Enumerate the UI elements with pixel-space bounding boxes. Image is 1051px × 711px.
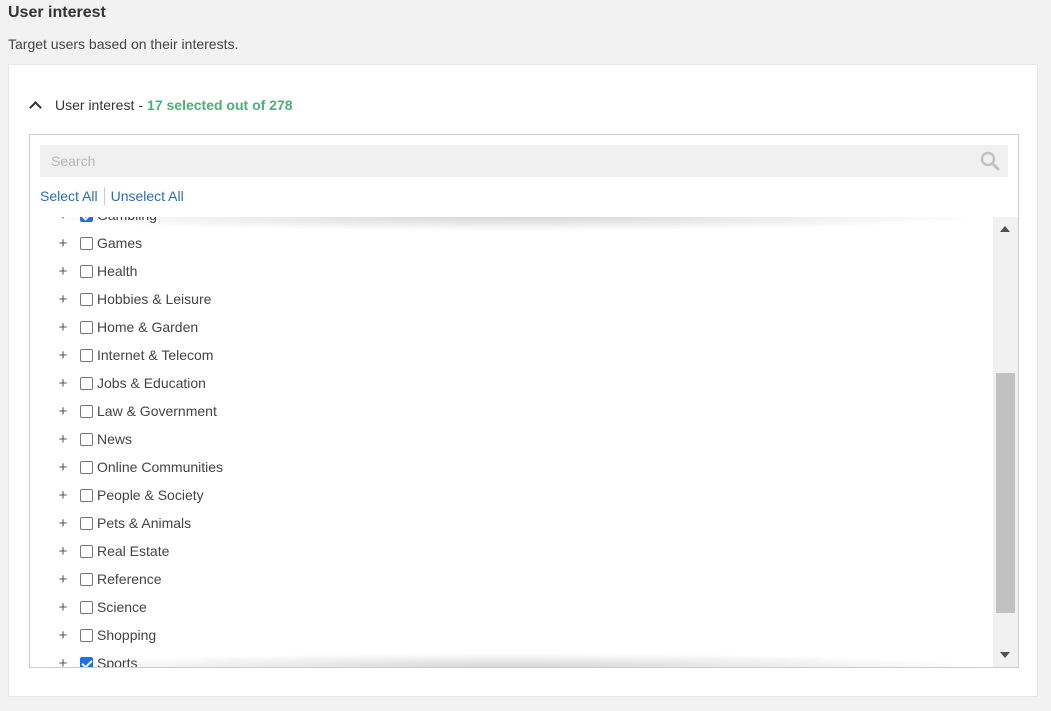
expand-plus-icon[interactable]: + — [56, 459, 70, 476]
link-divider — [103, 187, 105, 205]
interest-checkbox[interactable] — [80, 516, 93, 530]
expand-plus-icon[interactable]: + — [56, 431, 70, 448]
interest-checkbox[interactable] — [80, 628, 93, 642]
interest-label: People & Society — [97, 487, 204, 503]
expand-plus-icon[interactable]: + — [56, 319, 70, 336]
arrow-down-icon[interactable] — [1000, 652, 1010, 658]
interest-checkbox[interactable] — [80, 292, 93, 306]
interest-checkbox[interactable] — [80, 432, 93, 446]
list-item: + Law & Government — [30, 397, 990, 425]
search-box — [40, 145, 1008, 177]
expand-plus-icon[interactable]: + — [56, 217, 70, 224]
interest-label: Jobs & Education — [97, 375, 206, 391]
expand-plus-icon[interactable]: + — [56, 403, 70, 420]
interest-label: Games — [97, 235, 143, 251]
page-subtitle: Target users based on their interests. — [8, 36, 239, 52]
list-item: + Shopping — [30, 621, 990, 649]
expand-plus-icon[interactable]: + — [56, 543, 70, 560]
select-all-link[interactable]: Select All — [40, 188, 98, 204]
expand-plus-icon[interactable]: + — [56, 291, 70, 308]
interest-label: Home & Garden — [97, 319, 199, 335]
interest-label: Gambling — [97, 217, 157, 223]
interest-label: Law & Government — [97, 403, 217, 419]
interest-checkbox[interactable] — [80, 656, 93, 667]
list-item: + Jobs & Education — [30, 369, 990, 397]
list-item: + Internet & Telecom — [30, 341, 990, 369]
expand-plus-icon[interactable]: + — [56, 347, 70, 364]
list-item: + Pets & Animals — [30, 509, 990, 537]
chevron-up-icon[interactable] — [27, 97, 43, 113]
page-title: User interest — [8, 4, 106, 21]
list-item: + Sports — [30, 649, 990, 667]
interest-checkbox[interactable] — [80, 264, 93, 278]
interest-checkbox[interactable] — [80, 217, 93, 222]
list-item: + News — [30, 425, 990, 453]
expand-plus-icon[interactable]: + — [56, 375, 70, 392]
list-item: + Reference — [30, 565, 990, 593]
selected-summary: 17 selected out of 278 — [147, 97, 293, 113]
list-item: + Hobbies & Leisure — [30, 285, 990, 313]
expand-plus-icon[interactable]: + — [56, 487, 70, 504]
interest-checkbox[interactable] — [80, 236, 93, 250]
interest-checkbox[interactable] — [80, 488, 93, 502]
interest-list-content: + Gambling + Games + Health + Hobbies & Leisure… — [30, 217, 990, 667]
interest-picker: Select All Unselect All +Gambling+Games+… — [29, 134, 1019, 668]
expand-plus-icon[interactable]: + — [56, 263, 70, 280]
interest-checkbox[interactable] — [80, 572, 93, 586]
interest-checkbox[interactable] — [80, 376, 93, 390]
expand-plus-icon[interactable]: + — [56, 655, 70, 668]
interest-label: Internet & Telecom — [97, 347, 214, 363]
expand-plus-icon[interactable]: + — [56, 571, 70, 588]
interest-label: Hobbies & Leisure — [97, 291, 212, 307]
interest-checkbox[interactable] — [80, 404, 93, 418]
search-input[interactable] — [40, 145, 970, 177]
list-item: + Health — [30, 257, 990, 285]
page: User interest Target users based on thei… — [0, 0, 1051, 711]
interest-checkbox[interactable] — [80, 544, 93, 558]
list-item: + People & Society — [30, 481, 990, 509]
list-scrollbar[interactable] — [993, 217, 1018, 667]
interest-label: Reference — [97, 571, 162, 587]
interest-label: Online Communities — [97, 459, 224, 475]
search-icon[interactable] — [980, 151, 1000, 171]
interest-checkbox[interactable] — [80, 460, 93, 474]
list-item: + Online Communities — [30, 453, 990, 481]
interest-label: News — [97, 431, 133, 447]
list-item: + Games — [30, 229, 990, 257]
section-separator: - — [138, 97, 144, 113]
section-label: User interest — [55, 97, 135, 113]
list-item: + Gambling — [30, 217, 990, 229]
selection-actions: Select All Unselect All — [40, 187, 184, 205]
user-interest-toggle[interactable]: User interest - 17 selected out of 278 — [27, 95, 293, 115]
unselect-all-link[interactable]: Unselect All — [111, 188, 184, 204]
expand-plus-icon[interactable]: + — [56, 515, 70, 532]
interest-label: Sports — [97, 655, 138, 667]
interest-checkbox[interactable] — [80, 600, 93, 614]
list-item: + Home & Garden — [30, 313, 990, 341]
interest-list[interactable]: + Gambling + Games + Health + Hobbies & Leisure… — [30, 217, 1018, 667]
arrow-up-icon[interactable] — [1000, 226, 1010, 232]
list-item: + Real Estate — [30, 537, 990, 565]
scrollbar-thumb[interactable] — [996, 373, 1015, 613]
interest-label: Real Estate — [97, 543, 170, 559]
expand-plus-icon[interactable]: + — [56, 599, 70, 616]
interest-checkbox[interactable] — [80, 320, 93, 334]
interest-label: Science — [97, 599, 147, 615]
interest-checkbox[interactable] — [80, 348, 93, 362]
interest-card: User interest - 17 selected out of 278 S… — [8, 64, 1038, 697]
interest-label: Health — [97, 263, 138, 279]
expand-plus-icon[interactable]: + — [56, 627, 70, 644]
list-item: + Science — [30, 593, 990, 621]
interest-label: Pets & Animals — [97, 515, 192, 531]
interest-label: Shopping — [97, 627, 157, 643]
expand-plus-icon[interactable]: + — [56, 235, 70, 252]
